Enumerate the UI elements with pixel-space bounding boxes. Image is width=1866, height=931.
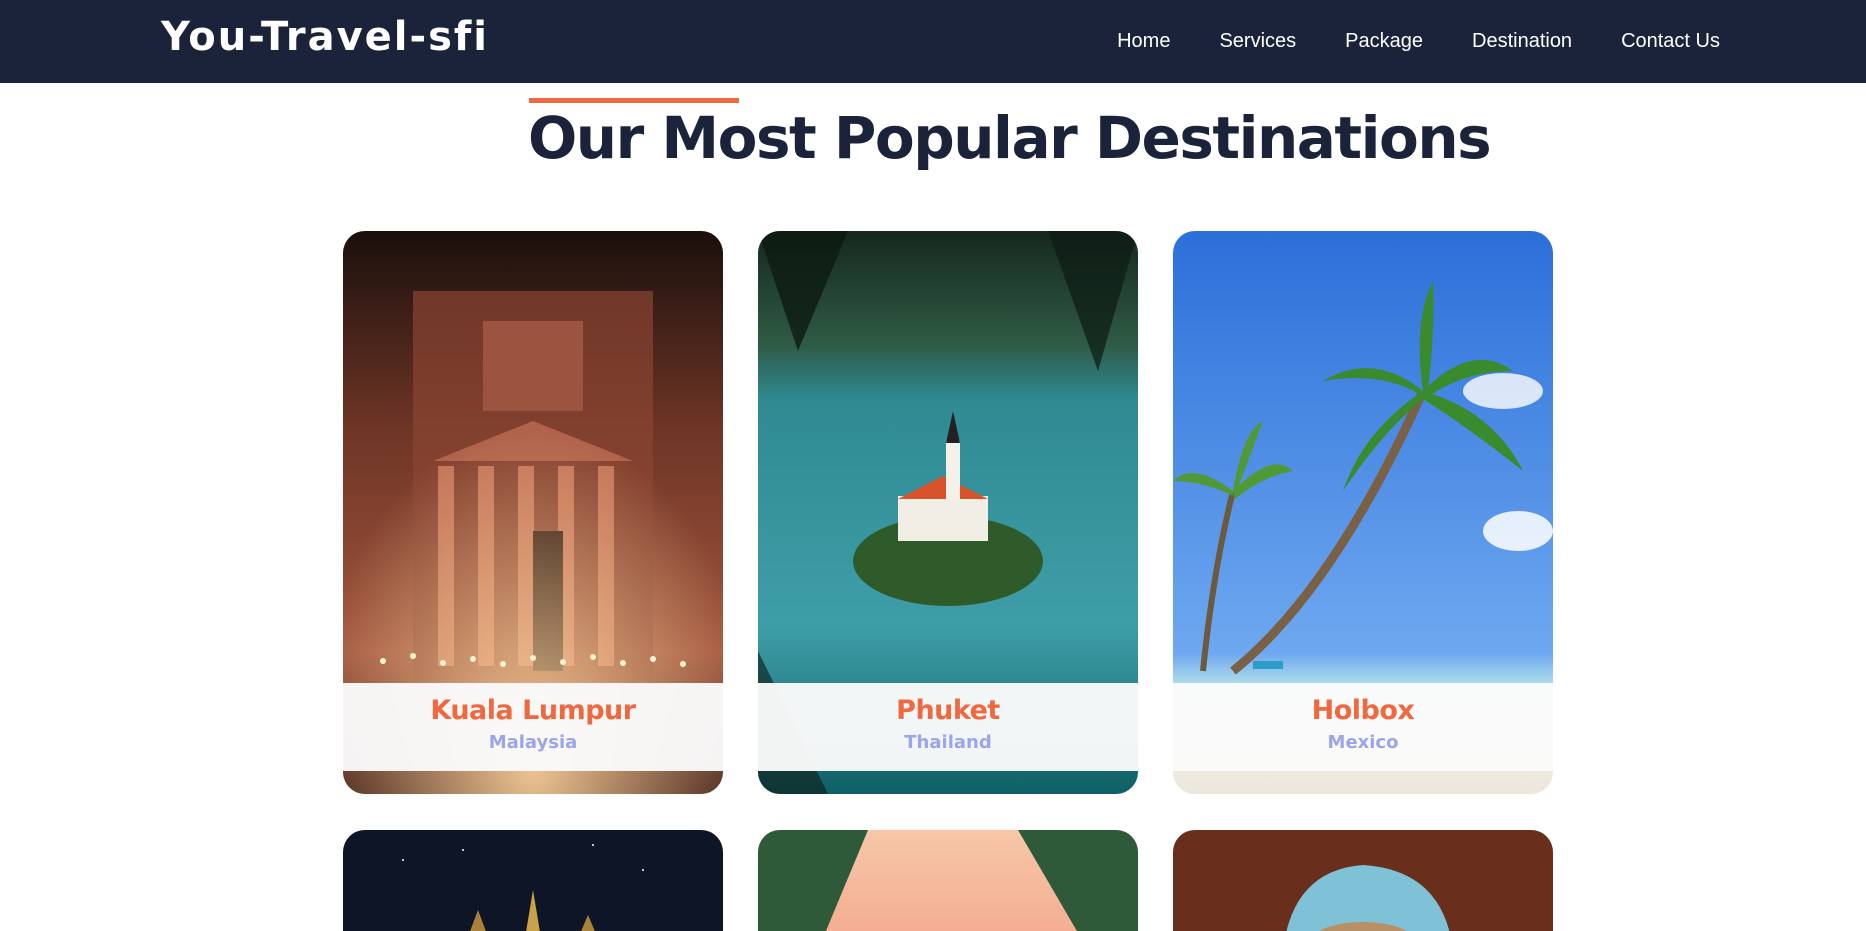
- destination-name: Kuala Lumpur: [430, 695, 636, 726]
- destination-country: Thailand: [904, 732, 992, 753]
- destination-country: Malaysia: [488, 732, 578, 753]
- destination-country: Mexico: [1327, 732, 1399, 753]
- card-info-panel: Holbox Mexico: [1173, 683, 1553, 771]
- top-navbar: You-Travel-sfi Home Services Package Des…: [0, 0, 1866, 83]
- nav-services-link[interactable]: Services: [1219, 30, 1296, 53]
- rock-arch-sea-image: [1173, 830, 1553, 931]
- destination-card-partial[interactable]: [758, 830, 1138, 931]
- nav-package-link[interactable]: Package: [1345, 30, 1423, 53]
- destination-card-partial[interactable]: [343, 830, 723, 931]
- sunset-foliage-image: [758, 830, 1138, 931]
- nav-destination-link[interactable]: Destination: [1472, 30, 1572, 53]
- nav-home-link[interactable]: Home: [1117, 30, 1170, 53]
- destination-card-holbox[interactable]: Holbox Mexico: [1173, 231, 1553, 794]
- main-nav: Home Services Package Destination Contac…: [1117, 0, 1720, 83]
- destination-card-partial[interactable]: [1173, 830, 1553, 931]
- golden-temple-night-image: [343, 830, 723, 931]
- nav-contact-link[interactable]: Contact Us: [1621, 30, 1720, 53]
- site-brand[interactable]: You-Travel-sfi: [161, 14, 489, 60]
- destination-name: Holbox: [1311, 695, 1415, 726]
- card-info-panel: Phuket Thailand: [758, 683, 1138, 771]
- card-info-panel: Kuala Lumpur Malaysia: [343, 683, 723, 771]
- destination-card-kuala-lumpur[interactable]: Kuala Lumpur Malaysia: [343, 231, 723, 794]
- heading-accent-bar: [529, 98, 739, 103]
- section-title: Our Most Popular Destinations: [528, 104, 1492, 172]
- destination-card-phuket[interactable]: Phuket Thailand: [758, 231, 1138, 794]
- destination-name: Phuket: [896, 695, 1000, 726]
